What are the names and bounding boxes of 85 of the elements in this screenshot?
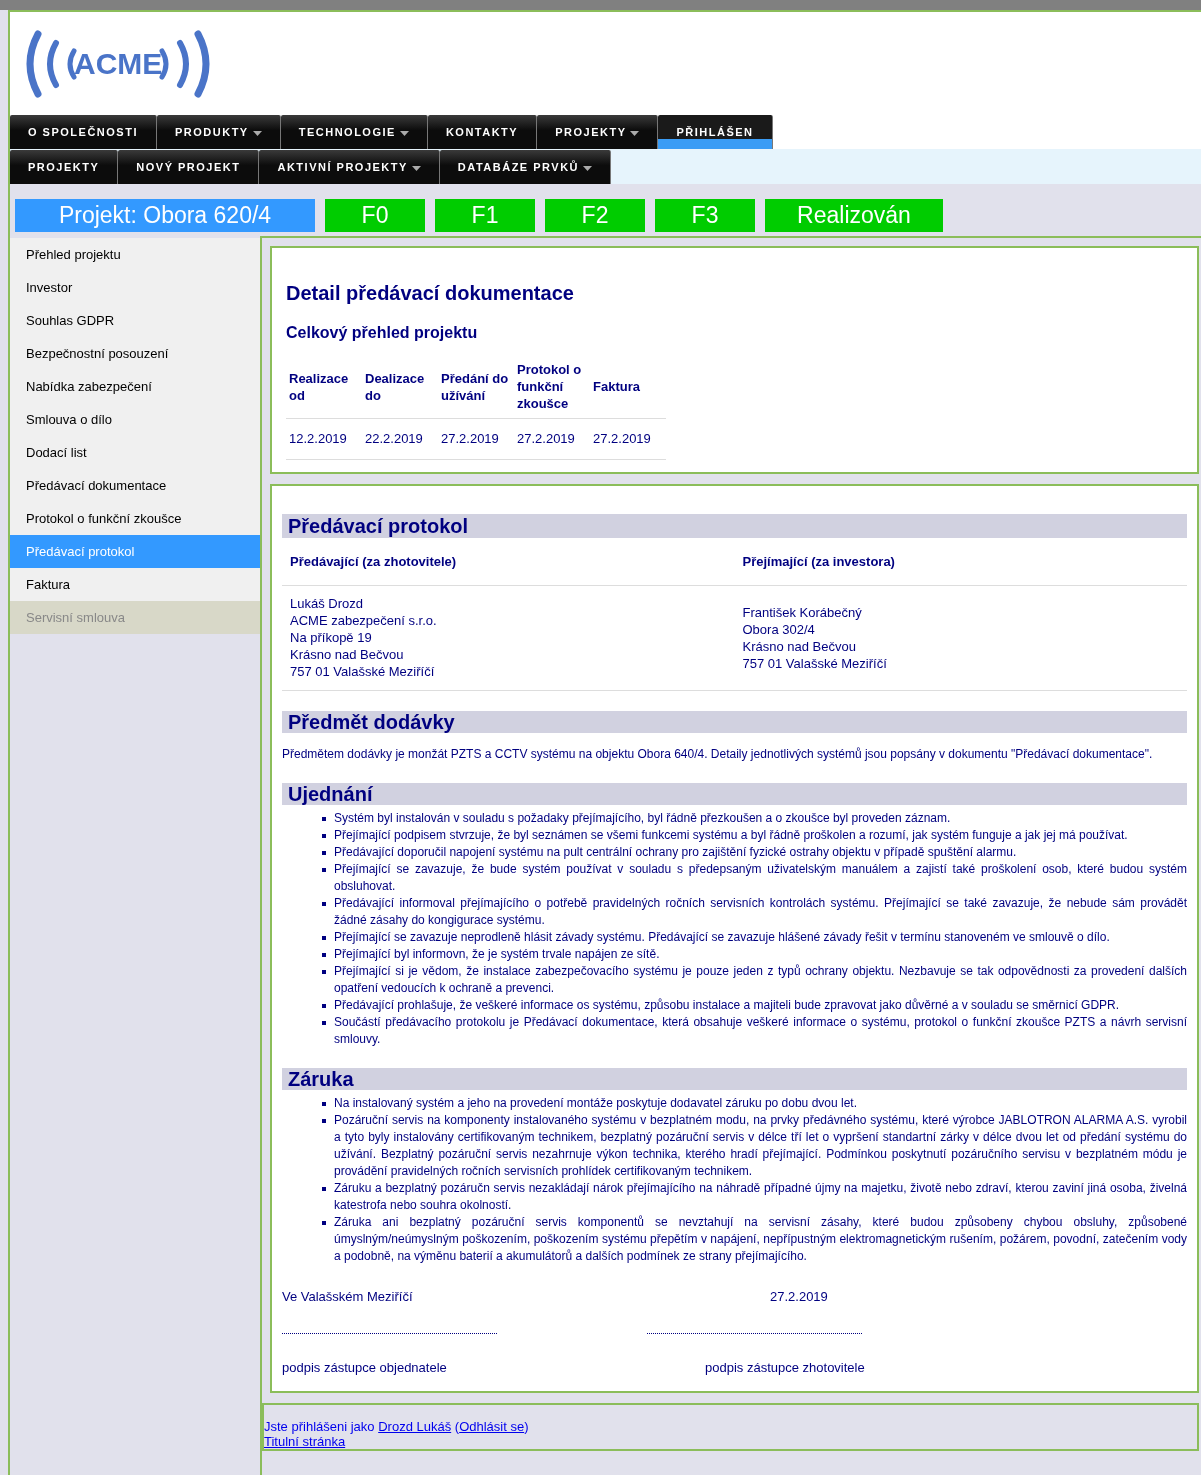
- list-item: Součástí předávacího protokolu je Předávací dokumentace, která obsahuje veškeré informace o systému, protokol o funkční zkoušce PZTS a návrh servisní smlouvy.: [334, 1014, 1187, 1048]
- bullet-icon: [322, 851, 326, 855]
- nav-tab[interactable]: TECHNOLOGIE: [280, 115, 428, 149]
- sidebar-item[interactable]: Bezpečnostní posouzení: [10, 337, 260, 370]
- sidebar-item[interactable]: Souhlas GDPR: [10, 304, 260, 337]
- address-line: Krásno nad Bečvou: [742, 638, 857, 655]
- nav-tab[interactable]: KONTAKTY: [427, 115, 538, 149]
- sidebar-item[interactable]: Přehled projektu: [10, 238, 260, 271]
- address-line: ACME zabezpečení s.r.o.: [290, 612, 438, 629]
- list-item: Přejímající podpisem stvrzuje, že byl seznámen se všemi funkcemi systému a byl řádně proškolen a rozumí, jak systém funguje a jak jej má používat.: [334, 827, 1128, 844]
- list-item: Přejímající si je vědom, že instalace zabezpečovacího systému je pouze jeden z typů ochrany objektu. Nezbavuje se tak odpovědnosti za provedení dalších opatření vedoucích k ochraně a prevenci.: [334, 963, 1187, 997]
- user-link[interactable]: Drozd Lukáš: [378, 1419, 452, 1434]
- party-heading: Přejímající (za investora): [734, 537, 1187, 586]
- bullet-icon: [322, 1119, 326, 1123]
- list-item: Záruku a bezplatný pozáručn servis nezakládají nárok přejímajícího na náhradě případné újmy na majetku, životě nebo zdraví, kterou zaviní jiná osoba, živelná katestrofa nebo souhra okolností.: [334, 1180, 1187, 1214]
- section-heading: Ujednání: [282, 783, 1187, 805]
- section-subtitle: Celkový přehled projektu: [286, 323, 479, 343]
- sidebar-item[interactable]: Smlouva o dílo: [10, 403, 260, 436]
- list-item: Systém byl instalován v souladu s požadaky přejímajícího, byl řádně přezkoušen a o zkoušce byl proveden záznam.: [334, 810, 951, 827]
- section-heading: Předávací protokol: [282, 513, 1187, 538]
- section-heading: Předmět dodávky: [282, 711, 1187, 733]
- table-cell: 22.2.2019: [362, 418, 438, 459]
- bullet-icon: [322, 1221, 326, 1225]
- table-cell: 12.2.2019: [286, 418, 362, 459]
- logo-text: ACME: [74, 46, 163, 82]
- project-title: Projekt: Obora 620/4: [15, 199, 315, 232]
- bullet-icon: [322, 868, 326, 872]
- nav-tab[interactable]: NOVÝ PROJEKT: [118, 150, 260, 184]
- home-link[interactable]: Titulní stránka: [264, 1434, 346, 1449]
- sidebar-item[interactable]: Předávací dokumentace: [10, 469, 260, 502]
- address-line: Na příkopě 19: [290, 629, 373, 646]
- bullet-icon: [322, 902, 326, 906]
- bullet-icon: [322, 953, 326, 957]
- address-line: 757 01 Valašské Meziříčí: [742, 655, 888, 672]
- sidebar-item[interactable]: Nabídka zabezpečení: [10, 370, 260, 403]
- nav-tab[interactable]: PROJEKTY: [10, 150, 119, 184]
- address-line: 757 01 Valašské Meziříčí: [290, 663, 436, 680]
- list-item: Pozáruční servis na komponenty instalovaného systému v bezplatném modu, na prvky předávného systému, které výrobce JABLOTRON ALARMA A.S. vyrobil a tyto byly instalovány certifikovaným technikem, bezplatný pozáruční servis v délce tří let o vypršení standartní zárky v délce dvou let od předání systému do užívání. Bezplatný pozáruční servis nezahrnuje výkon technika, kterého hradí přejímající. Podmínkou poskytnutí pozáručního servisu v bezplatném módu je provádění pravidelných ročních servisních prohlídek certifikovaným technikem.: [334, 1112, 1187, 1180]
- sidebar-item[interactable]: Faktura: [10, 568, 260, 601]
- nav-tab[interactable]: AKTIVNÍ PROJEKTY: [259, 150, 440, 184]
- nav-tab[interactable]: DATABÁZE PRVKŮ: [439, 150, 612, 184]
- list-item: Přejímající se zavazuje neprodleně hlásit závady systému. Předávající se zavazuje hlášené závady řešit v termínu stanoveném ve smlouvě o dílo.: [334, 929, 1110, 946]
- signature-caption: podpis zástupce objednatele: [282, 1358, 448, 1377]
- column-header: Dealizace do: [362, 355, 438, 419]
- place-text: Ve Valašském Meziříčí: [282, 1288, 414, 1306]
- address-line: František Korábečný: [742, 604, 863, 621]
- list-item: Předávající informoval přejímajícího o potřebě pravidelných ročních servisních kontrolách systému. Přejímající se také zavazuje, že nebude sám provádět žádné zásahy do kongigurace systému.: [334, 895, 1187, 929]
- bullet-icon: [322, 970, 326, 974]
- section-heading: Záruka: [282, 1068, 1187, 1090]
- bullet-icon: [322, 1102, 326, 1106]
- bullet-icon: [322, 1004, 326, 1008]
- column-header: Předání do užívání: [438, 355, 514, 419]
- nav-tab[interactable]: PRODUKTY: [156, 115, 281, 149]
- column-header: Faktura: [590, 355, 666, 419]
- column-header: Protokol o funkční zkoušce: [514, 355, 590, 419]
- table-cell: 27.2.2019: [590, 418, 666, 459]
- table-cell: 27.2.2019: [514, 418, 590, 459]
- party-heading: Předávající (za zhotovitele): [282, 537, 735, 586]
- login-status: Jste přihlášeni jako Drozd Lukáš (Odhlásit se): [264, 1419, 530, 1434]
- address-line: Lukáš Drozd: [290, 595, 364, 612]
- paragraph: Předmětem dodávky je monžát PZTS a CCTV systému na objektu Obora 640/4. Detaily jednotlivých systémů jsou popsány v dokumentu "Předávací dokumentace".: [282, 746, 1154, 763]
- nav-tab[interactable]: PŘIHLÁŠEN: [658, 115, 773, 149]
- bullet-icon: [322, 936, 326, 940]
- bullet-icon: [322, 817, 326, 821]
- address-line: Obora 302/4: [742, 621, 816, 638]
- nav-tab[interactable]: O SPOLEČNOSTI: [10, 115, 157, 149]
- table-cell: 27.2.2019: [438, 418, 514, 459]
- address-line: Krásno nad Bečvou: [290, 646, 405, 663]
- bullet-icon: [322, 834, 326, 838]
- bullet-icon: [322, 1021, 326, 1025]
- list-item: Předávající doporučil napojení systému na pult centrální ochrany pro zajištění fyzické ostrahy objektu v případě spuštění alarmu.: [334, 844, 1017, 861]
- list-item: Na instalovaný systém a jeho na provedení montáže poskytuje dodavatel záruku po dobu dvou let.: [334, 1095, 857, 1112]
- list-item: Záruka ani bezplatný pozáruční servis komponentů se nevztahují na servisní zásahy, které budou způsobeny chybou obsluhy, způsobené úmyslným/neúmyslným poškozením, poškozením systému přepětím v napájení, nepřípustným elektromagnetickým rušením, požárem, povodní, zatečením vody a podobně, na výměnu baterií a akumulátorů a dalších podmínek ze strany přejímajícího.: [334, 1214, 1187, 1265]
- list-item: Předávající prohlašuje, že veškeré informace os systému, způsobu instalace a majiteli bude zpravovat jako důvěrné a v souladu se směrnicí GDPR.: [334, 997, 1120, 1014]
- list-item: Přejímající byl informovn, že je systém trvale napájen ze sítě.: [334, 946, 660, 963]
- column-header: Realizace od: [286, 355, 362, 419]
- page-title: Detail předávací dokumentace: [286, 281, 575, 306]
- sidebar-item[interactable]: Dodací list: [10, 436, 260, 469]
- nav-tab[interactable]: PROJEKTY: [537, 115, 659, 149]
- bullet-icon: [322, 1187, 326, 1191]
- sidebar-item[interactable]: Investor: [10, 271, 260, 304]
- sidebar-item[interactable]: Protokol o funkční zkoušce: [10, 502, 260, 535]
- list-item: Přejímající se zavazuje, že bude systém používat v souladu s předepsaným uživatelským manuálem a zajistí také proškolení osob, které budou systém obsluhovat.: [334, 861, 1187, 895]
- signature-caption: podpis zástupce zhotovitele: [705, 1358, 866, 1377]
- date-text: 27.2.2019: [770, 1288, 829, 1306]
